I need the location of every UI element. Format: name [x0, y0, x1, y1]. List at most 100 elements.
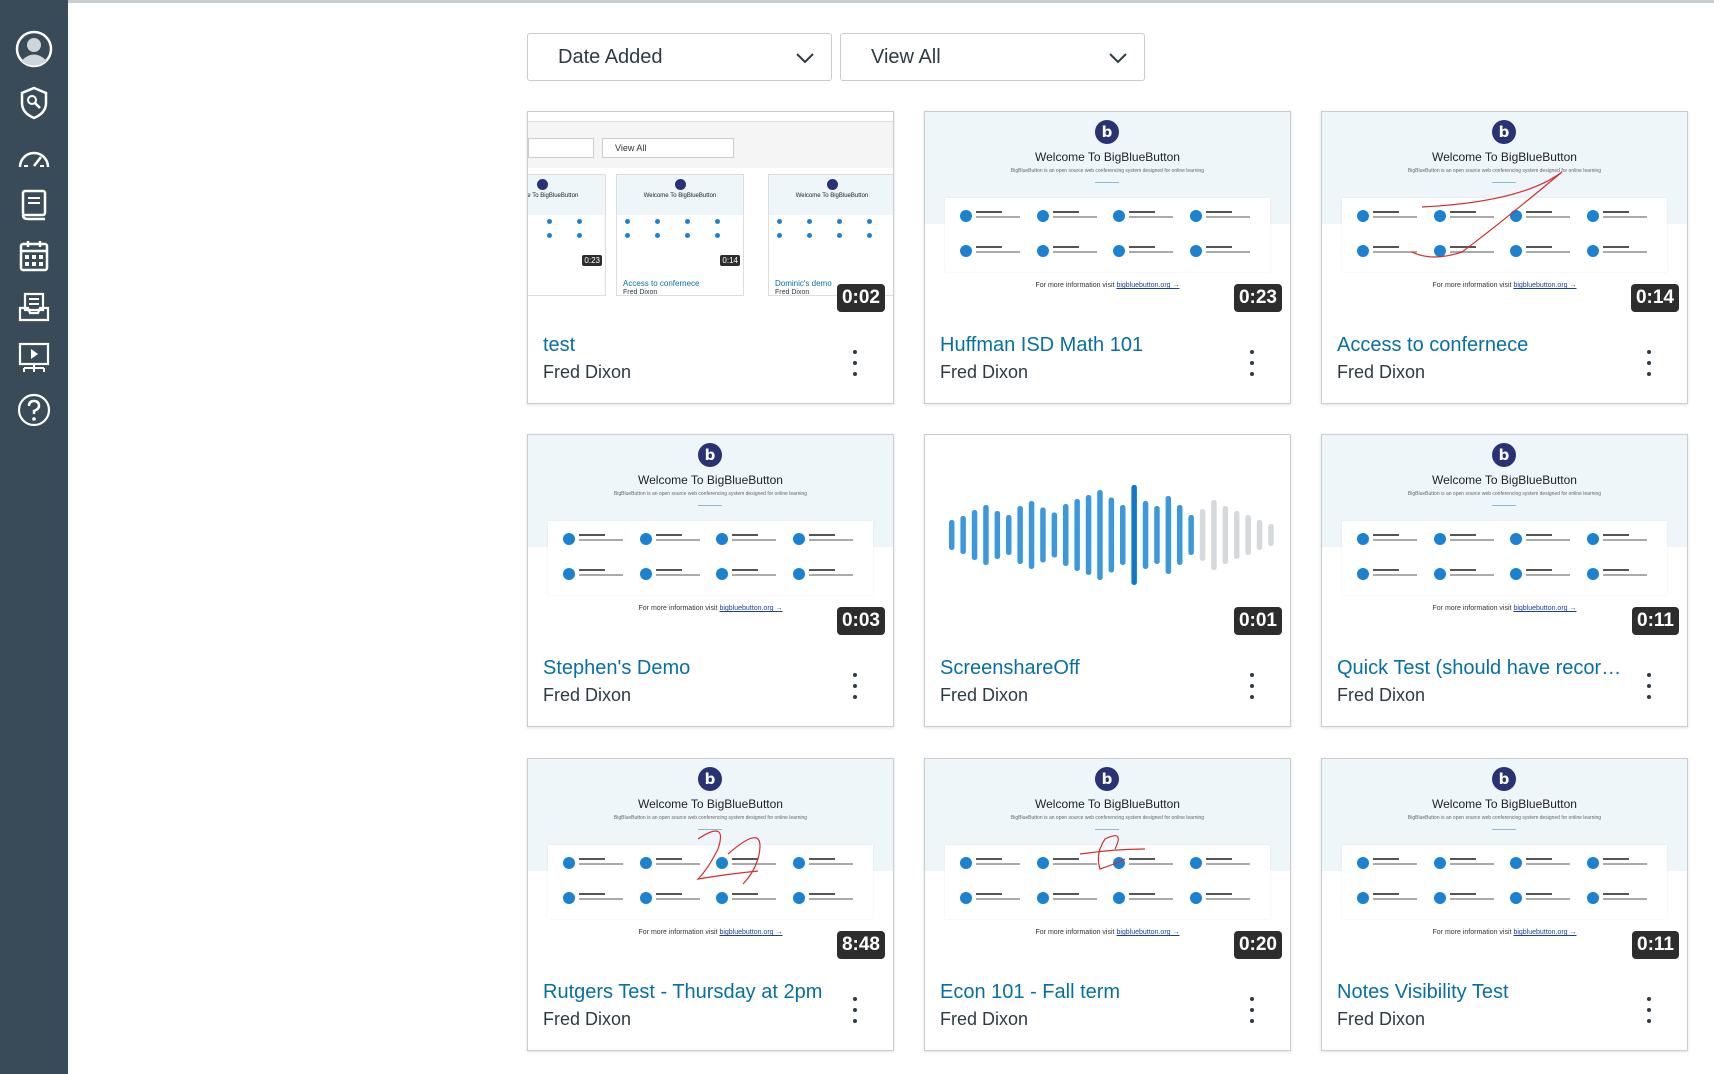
more-options-icon[interactable]: [845, 995, 865, 1025]
recording-card[interactable]: b Welcome To BigBlueButton BigBlueButton…: [924, 111, 1291, 404]
slide-feature: [1510, 892, 1580, 912]
slide-title: Welcome To BigBlueButton: [1432, 473, 1577, 487]
admin-icon[interactable]: [14, 83, 54, 123]
calendar-icon[interactable]: [14, 236, 54, 276]
recording-card[interactable]: b Welcome To BigBlueButton BigBlueButton…: [924, 758, 1291, 1051]
slide-feature: [1357, 857, 1427, 877]
slide-feature: [563, 533, 633, 553]
recording-author: Fred Dixon: [940, 362, 1029, 382]
slide-feature: [1434, 892, 1504, 912]
chevron-down-icon: [796, 53, 814, 64]
more-options-icon[interactable]: [1242, 671, 1262, 701]
more-options-icon[interactable]: [1639, 995, 1659, 1025]
recording-card[interactable]: b Welcome To BigBlueButton BigBlueButton…: [1321, 111, 1688, 404]
slide-feature: [1190, 245, 1260, 265]
bigbluebutton-logo: b: [1492, 443, 1516, 467]
recording-thumbnail[interactable]: 0:01: [925, 435, 1290, 643]
slide-feature: [793, 533, 863, 553]
recording-title-link[interactable]: Notes Visibility Test: [1337, 981, 1627, 1004]
recording-thumbnail[interactable]: View All Welcome To BigBlueButton 0:23 M…: [528, 112, 893, 320]
global-navigation: [0, 0, 68, 1074]
recording-author: Fred Dixon: [940, 685, 1029, 705]
dashboard-icon[interactable]: [14, 138, 54, 178]
duration-badge: 0:11: [1632, 931, 1679, 959]
recording-card[interactable]: b Welcome To BigBlueButton BigBlueButton…: [527, 434, 894, 727]
slide-feature: [640, 533, 710, 553]
slide-feature: [1113, 210, 1183, 230]
more-options-icon[interactable]: [1639, 348, 1659, 378]
account-icon[interactable]: [14, 29, 54, 69]
recording-author: Fred Dixon: [940, 1009, 1029, 1029]
duration-badge: 0:23: [1233, 284, 1282, 312]
help-icon[interactable]: [14, 390, 54, 430]
slide-feature: [1587, 892, 1657, 912]
courses-icon[interactable]: [14, 185, 54, 225]
duration-badge: 0:11: [1632, 607, 1679, 635]
recording-thumbnail[interactable]: b Welcome To BigBlueButton BigBlueButton…: [1322, 759, 1687, 967]
recording-card[interactable]: b Welcome To BigBlueButton BigBlueButton…: [527, 758, 894, 1051]
slide-feature: [716, 568, 786, 588]
more-options-icon[interactable]: [1242, 995, 1262, 1025]
slide-feature: [960, 245, 1030, 265]
recording-card[interactable]: View All Welcome To BigBlueButton 0:23 M…: [527, 111, 894, 404]
more-options-icon[interactable]: [1639, 671, 1659, 701]
slide-feature: [1357, 892, 1427, 912]
slide-title: Welcome To BigBlueButton: [1035, 150, 1180, 164]
recording-card[interactable]: b Welcome To BigBlueButton BigBlueButton…: [1321, 434, 1688, 727]
slide-feature: [1190, 210, 1260, 230]
duration-badge: 0:20: [1233, 931, 1282, 959]
slide-feature: [960, 210, 1030, 230]
recording-thumbnail[interactable]: b Welcome To BigBlueButton BigBlueButton…: [528, 435, 893, 643]
recording-title-link[interactable]: Rutgers Test - Thursday at 2pm: [543, 981, 833, 1004]
recording-card[interactable]: b Welcome To BigBlueButton BigBlueButton…: [1321, 758, 1688, 1051]
recording-title-link[interactable]: Stephen's Demo: [543, 657, 833, 680]
recording-thumbnail[interactable]: b Welcome To BigBlueButton BigBlueButton…: [1322, 112, 1687, 320]
slide-subtitle: BigBlueButton is an open source web conf…: [1407, 815, 1602, 821]
slide-feature: [563, 568, 633, 588]
top-divider: [68, 0, 1714, 3]
recording-author: Fred Dixon: [1337, 685, 1426, 705]
slide-feature: [1587, 857, 1657, 877]
recording-author: Fred Dixon: [1337, 362, 1426, 382]
recording-title-link[interactable]: ScreenshareOff: [940, 657, 1230, 680]
slide-feature: [640, 568, 710, 588]
more-options-icon[interactable]: [845, 671, 865, 701]
studio-icon[interactable]: [14, 338, 54, 378]
recording-title-link[interactable]: test: [543, 334, 833, 357]
recording-thumbnail[interactable]: b Welcome To BigBlueButton BigBlueButton…: [925, 112, 1290, 320]
duration-badge: 8:48: [836, 931, 885, 959]
slide-title: Welcome To BigBlueButton: [638, 473, 783, 487]
slide-feature: [1434, 857, 1504, 877]
recording-card[interactable]: 0:01 ScreenshareOff Fred Dixon: [924, 434, 1291, 727]
recording-title-link[interactable]: Quick Test (should have recorded...: [1337, 657, 1627, 680]
slide-title: Welcome To BigBlueButton: [1432, 797, 1577, 811]
inbox-icon[interactable]: [14, 287, 54, 327]
nested-card: Welcome To BigBlueButton Dominic's demo …: [768, 174, 893, 296]
duration-badge: 0:01: [1233, 607, 1282, 635]
recording-thumbnail[interactable]: b Welcome To BigBlueButton BigBlueButton…: [925, 759, 1290, 967]
recording-author: Fred Dixon: [543, 362, 632, 382]
duration-badge: 0:14: [1630, 284, 1679, 312]
recording-author: Fred Dixon: [543, 685, 632, 705]
view-dropdown[interactable]: View All: [840, 33, 1145, 81]
recording-author: Fred Dixon: [543, 1009, 632, 1029]
slide-feature: [1434, 533, 1504, 553]
more-options-icon[interactable]: [1242, 348, 1262, 378]
slide-feature: [1510, 568, 1580, 588]
bigbluebutton-logo: b: [1492, 767, 1516, 791]
slide-feature: [1587, 568, 1657, 588]
more-options-icon[interactable]: [845, 348, 865, 378]
slide-feature: [1037, 245, 1107, 265]
recording-title-link[interactable]: Access to confernece: [1337, 334, 1627, 357]
recording-title-link[interactable]: Huffman ISD Math 101: [940, 334, 1230, 357]
sort-dropdown[interactable]: Date Added: [527, 33, 832, 81]
duration-badge: 0:02: [836, 284, 885, 312]
view-dropdown-value: View All: [871, 45, 941, 68]
recording-thumbnail[interactable]: b Welcome To BigBlueButton BigBlueButton…: [1322, 435, 1687, 643]
slide-subtitle: BigBlueButton is an open source web conf…: [1010, 168, 1205, 174]
recording-title-link[interactable]: Econ 101 - Fall term: [940, 981, 1230, 1004]
recording-thumbnail[interactable]: b Welcome To BigBlueButton BigBlueButton…: [528, 759, 893, 967]
slide-feature: [1357, 568, 1427, 588]
chevron-down-icon: [1109, 53, 1127, 64]
nested-card: Welcome To BigBlueButton 0:14 Access to …: [616, 174, 744, 296]
